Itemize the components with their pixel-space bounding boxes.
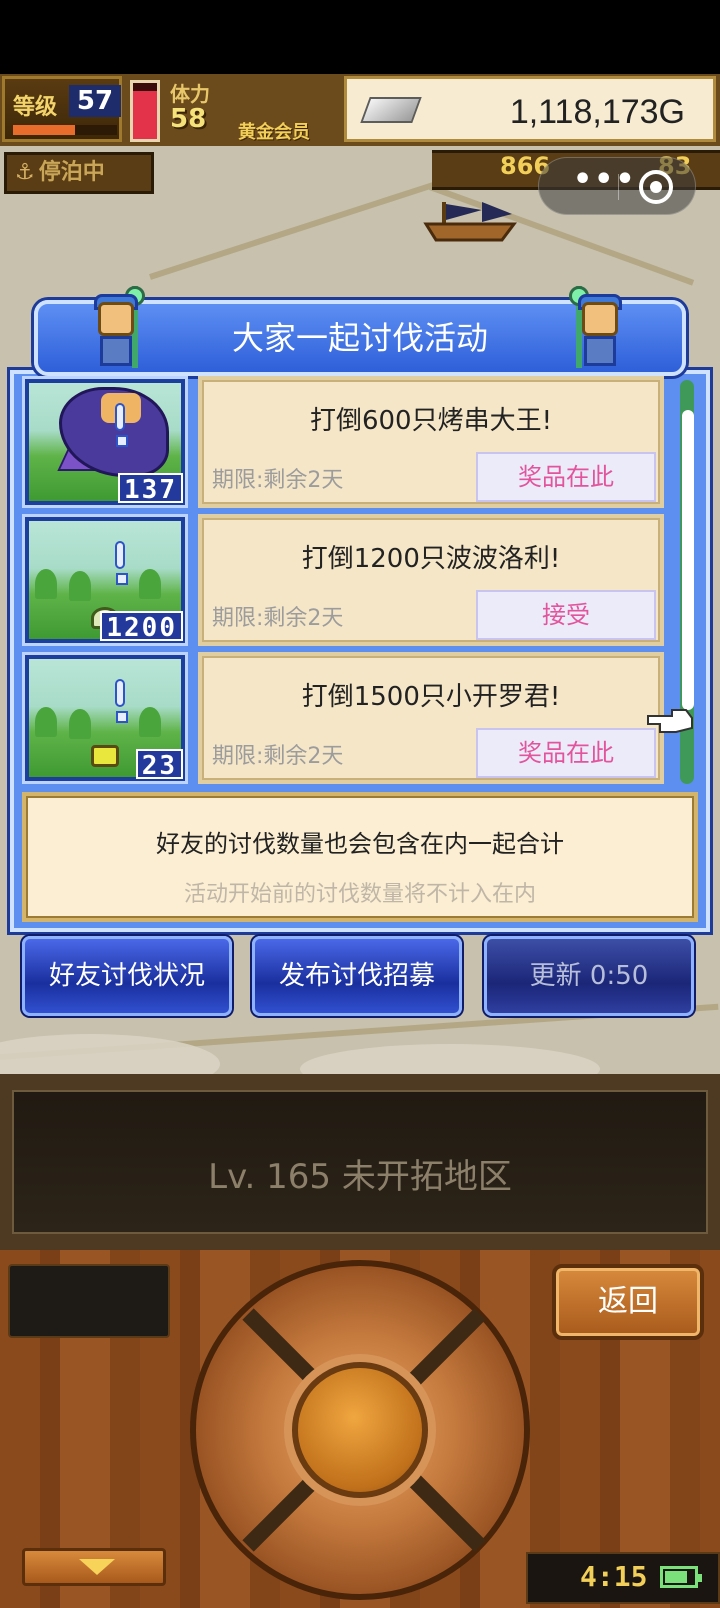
note-box: 好友的讨伐数量也会包含在内一起合计 活动开始前的讨伐数量将不计入在内 — [22, 792, 698, 922]
quest-deadline: 期限:剩余2天 — [212, 606, 344, 631]
dpad-control[interactable] — [190, 1260, 530, 1600]
exclamation-icon — [115, 541, 128, 585]
refresh-button[interactable]: 更新 0:50 — [484, 936, 694, 1016]
quest-deadline: 期限:剩余2天 — [212, 468, 344, 493]
note-sub-text: 活动开始前的讨伐数量将不计入在内 — [183, 882, 536, 907]
game-clock: 4:15 — [580, 1560, 648, 1593]
exclamation-icon — [115, 679, 128, 723]
level-value: 57 — [69, 85, 121, 117]
collapse-down-button[interactable] — [22, 1548, 166, 1586]
stamina-label: 体力 — [170, 82, 210, 106]
level-progress-bar — [13, 125, 117, 135]
quest-prize-button[interactable]: 奖品在此 — [476, 452, 656, 502]
battery-level-fill — [665, 1571, 688, 1583]
ship-icon[interactable] — [422, 200, 518, 244]
vip-label: 黄金会员 — [238, 122, 310, 143]
quest-prize-button[interactable]: 奖品在此 — [476, 728, 656, 778]
quest-card: 打倒1200只波波洛利! 期限:剩余2天 接受 — [198, 514, 664, 646]
knight-character-right — [569, 286, 628, 368]
empty-slot[interactable] — [8, 1264, 170, 1338]
level-progress-fill — [13, 125, 76, 135]
dock-status-badge[interactable]: ⚓ 停泊中 — [4, 152, 154, 194]
battery-icon — [660, 1566, 702, 1588]
hud-bar: 等级 57 体力 58 黄金会员 1,118,173G — [0, 74, 720, 146]
map-road — [149, 181, 437, 280]
dock-status-label: 停泊中 — [38, 160, 105, 185]
gold-box[interactable]: 1,118,173G — [344, 76, 716, 142]
back-button[interactable]: 返回 — [552, 1264, 704, 1340]
note-main-text: 好友的讨伐数量也会包含在内一起合计 — [156, 830, 564, 858]
kill-count: 137 — [118, 473, 183, 505]
quest-card: 打倒600只烤串大王! 期限:剩余2天 奖品在此 — [198, 376, 664, 508]
quest-title: 打倒1200只波波洛利! — [301, 544, 561, 574]
pointing-hand-icon — [647, 709, 693, 733]
knight-character-left — [92, 286, 145, 368]
quest-card: 打倒1500只小开罗君! 期限:剩余2天 奖品在此 — [198, 652, 664, 784]
top-black-bar — [0, 0, 720, 74]
stamina-gauge-fill — [133, 91, 157, 139]
quest-row[interactable]: 23 打倒1500只小开罗君! 期限:剩余2天 奖品在此 — [20, 652, 670, 784]
quest-row[interactable]: 1200 打倒1200只波波洛利! 期限:剩余2天 接受 — [20, 514, 670, 646]
friend-status-button[interactable]: 好友讨伐状况 — [22, 936, 232, 1016]
dpad-center-button[interactable] — [292, 1362, 428, 1498]
miniprogram-capsule: ••• — [538, 157, 696, 215]
post-recruit-button[interactable]: 发布讨伐招募 — [252, 936, 462, 1016]
close-target-icon[interactable] — [639, 170, 673, 204]
quest-thumbnail: 137 — [22, 376, 188, 508]
stamina-value: 58 — [170, 104, 207, 134]
silver-bar-icon — [360, 97, 422, 123]
quest-title: 打倒1500只小开罗君! — [301, 682, 561, 712]
quest-row[interactable]: 137 打倒600只烤串大王! 期限:剩余2天 奖品在此 — [20, 376, 670, 508]
stamina-gauge — [130, 80, 160, 142]
quest-title: 打倒600只烤串大王! — [309, 406, 553, 436]
capsule-divider — [618, 174, 619, 200]
more-icon[interactable]: ••• — [573, 162, 637, 197]
kill-count: 23 — [135, 749, 183, 781]
map-cloud — [300, 1044, 600, 1074]
region-label: Lv. 165 未开拓地区 — [208, 1157, 512, 1197]
quest-thumbnail: 23 — [22, 652, 188, 784]
exclamation-icon — [115, 403, 128, 447]
quest-accept-button[interactable]: 接受 — [476, 590, 656, 640]
level-box: 等级 57 — [2, 76, 122, 142]
quest-list[interactable]: 137 打倒600只烤串大王! 期限:剩余2天 奖品在此 1200 打倒1200… — [20, 376, 670, 788]
gold-value: 1,118,173G — [509, 93, 685, 131]
list-scrollbar-thumb[interactable] — [682, 410, 694, 710]
quest-thumbnail: 1200 — [22, 514, 188, 646]
level-label: 等级 — [13, 95, 58, 120]
anchor-icon: ⚓ — [15, 160, 35, 185]
kill-count: 1200 — [100, 611, 183, 643]
quest-deadline: 期限:剩余2天 — [212, 744, 344, 769]
